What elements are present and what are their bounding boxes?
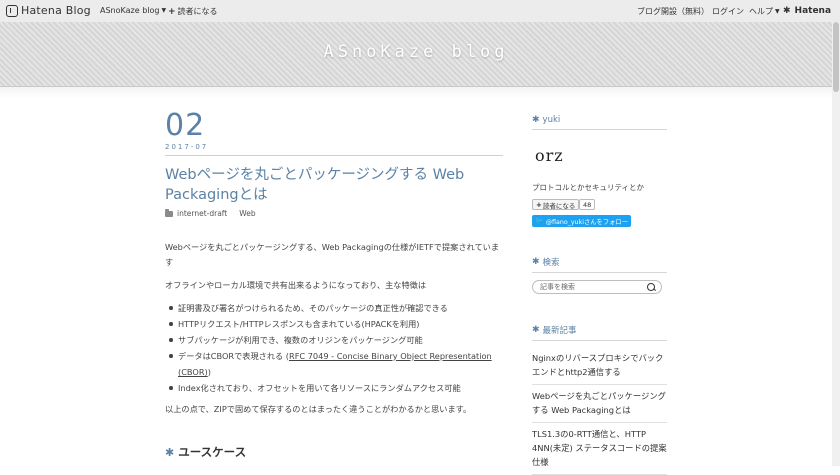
blog-header: ASnoKaze blog [0, 22, 832, 87]
folder-icon [165, 208, 173, 217]
entry-title[interactable]: Webページを丸ごとパッケージングする Web Packagingとは [165, 165, 485, 205]
twitter-follow-label: @flano_yukiさんをフォロー [545, 218, 629, 226]
blog-menu[interactable]: ASnoKaze blog ▼ [100, 6, 166, 15]
feature-list: 証明書及び署名がつけられるため、そのパッケージの真正性が確認できる HTTPリク… [165, 300, 505, 396]
profile-module-title: ✱ yuki [532, 115, 667, 130]
plus-icon: + [536, 200, 542, 209]
entry-categories: internet-draft Web [165, 208, 256, 218]
subscribe-label-top: 読者になる [177, 7, 218, 16]
list-item: データはCBORで表現される (RFC 7049 - Concise Binar… [165, 348, 505, 380]
asterisk-icon: ✱ [165, 446, 175, 459]
list-item-text: データはCBORで表現される ( [178, 351, 289, 361]
recent-title: 最新記事 [542, 326, 577, 336]
search-module-title: ✱ 検索 [532, 256, 667, 273]
subscribe-button-top[interactable]: + 読者になる [168, 6, 218, 17]
asterisk-icon: ✱ [532, 257, 540, 267]
subscribe-button[interactable]: + 読者になる [532, 199, 580, 210]
search-title: 検索 [542, 258, 560, 268]
profile-description: プロトコルとかセキュリティとか [532, 183, 645, 192]
hatena-global-bar: Hatena Blog ASnoKaze blog ▼ + 読者になる ブログ開… [0, 0, 840, 23]
blog-title[interactable]: ASnoKaze blog [0, 42, 832, 62]
open-blog-link[interactable]: ブログ開設（無料） [637, 6, 709, 17]
help-menu[interactable]: ヘルプ ▼ [749, 6, 780, 17]
category-link[interactable]: internet-draft [177, 209, 227, 218]
hatena-label: Hatena [794, 6, 832, 16]
paragraph: 以上の点で、ZIPで固めて保存するのとはまったく違うことがわかるかと思います。 [165, 404, 472, 414]
open-blog-label: ブログ開設（無料） [637, 7, 709, 16]
list-item: サブパッケージが利用でき、複数のオリジンをパッケージング可能 [165, 332, 505, 348]
profile-name[interactable]: yuki [543, 115, 561, 125]
recent-entry-link[interactable]: Nginxのリバースプロキシでバックエンドとhttp2通信する [532, 347, 667, 385]
help-label: ヘルプ [749, 7, 773, 16]
asterisk-icon: ✱ [532, 325, 540, 335]
search-icon[interactable] [647, 283, 655, 291]
entry-date-year-month[interactable]: 2017-07 [165, 143, 208, 151]
paragraph: オフラインやローカル環境で共有出来るようになっており、主な特徴は [165, 280, 427, 290]
section-heading-text: ユースケース [178, 445, 247, 459]
header-shadow [0, 87, 832, 99]
recent-entry-link[interactable]: Webページを丸ごとパッケージングする Web Packagingとは [532, 385, 667, 423]
login-label: ログイン [712, 7, 744, 16]
scrollbar-thumb[interactable] [833, 22, 839, 92]
recent-entries: Nginxのリバースプロキシでバックエンドとhttp2通信する Webページを丸… [532, 347, 667, 475]
subscribe-label: 読者になる [542, 201, 576, 210]
list-item: 証明書及び署名がつけられるため、そのパッケージの真正性が確認できる [165, 300, 505, 316]
twitter-follow-button[interactable]: 🐦 @flano_yukiさんをフォロー [532, 215, 631, 227]
entry-date-day[interactable]: 02 [165, 108, 205, 143]
category-link[interactable]: Web [239, 209, 255, 218]
subscriber-count[interactable]: 48 [579, 199, 596, 210]
plus-icon: + [168, 6, 176, 17]
recent-module-title: ✱ 最新記事 [532, 324, 667, 341]
hatena-link[interactable]: ✱ Hatena [783, 6, 831, 16]
search-box [532, 280, 662, 294]
avatar[interactable]: orz [535, 146, 564, 165]
blog-menu-label: ASnoKaze blog [100, 6, 160, 15]
hatena-blog-icon [6, 4, 18, 17]
twitter-bird-icon: 🐦 [535, 217, 544, 225]
vertical-scrollbar[interactable] [832, 22, 840, 466]
chevron-down-icon: ▼ [775, 8, 780, 15]
chevron-down-icon: ▼ [161, 7, 167, 14]
search-input[interactable] [540, 282, 640, 292]
section-heading: ✱ ユースケース [165, 445, 246, 460]
list-item: Index化されており、オフセットを用いて各リソースにランダムアクセス可能 [165, 380, 505, 396]
hatena-blog-brand: Hatena Blog [21, 4, 91, 17]
hatena-star-icon: ✱ [783, 6, 791, 16]
paragraph: Webページを丸ごとパッケージングする、Web Packagingの仕様がIET… [165, 242, 500, 267]
divider [165, 155, 503, 156]
list-item-text: ) [207, 367, 211, 377]
recent-entry-link[interactable]: TLS1.3の0-RTT通信と、HTTP 4NN(未定) ステータスコードの提案… [532, 423, 667, 475]
asterisk-icon: ✱ [532, 115, 540, 125]
list-item: HTTPリクエスト/HTTPレスポンスも含まれている(HPACKを利用) [165, 316, 505, 332]
hatena-blog-logo[interactable]: Hatena Blog [6, 4, 91, 17]
login-link[interactable]: ログイン [712, 6, 744, 17]
